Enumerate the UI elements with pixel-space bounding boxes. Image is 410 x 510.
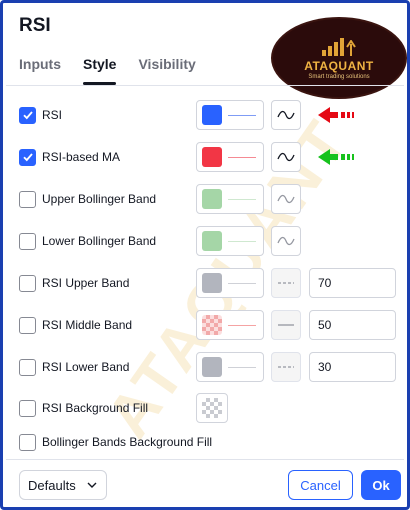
logo-name: ATAQUANT bbox=[304, 59, 374, 73]
line-sample bbox=[228, 114, 256, 116]
upper-bollinger-band-color-picker[interactable] bbox=[196, 184, 264, 214]
rsi-background-fill-checkbox[interactable] bbox=[19, 399, 36, 417]
rsi-based-ma-color-picker[interactable] bbox=[196, 142, 264, 172]
color-swatch bbox=[202, 147, 222, 167]
indicator-settings-dialog: RSI ATAQUANT ATAQUANT Smart trading solu… bbox=[0, 0, 410, 510]
wave-icon bbox=[277, 110, 295, 120]
rsi-lower-band-color-picker[interactable] bbox=[196, 352, 264, 382]
chevron-down-icon bbox=[87, 482, 97, 488]
line-sample bbox=[228, 282, 256, 284]
footer-divider bbox=[6, 459, 404, 460]
lower-bollinger-band-checkbox[interactable] bbox=[19, 232, 36, 250]
rsi-background-fill-label: RSI Background Fill bbox=[42, 401, 149, 415]
tab-divider bbox=[6, 85, 404, 86]
line-sample bbox=[228, 198, 256, 200]
dialog-title: RSI bbox=[19, 15, 51, 36]
upper-bollinger-band-checkbox[interactable] bbox=[19, 190, 36, 208]
rsi-upper-band-label: RSI Upper Band bbox=[42, 276, 130, 290]
line-sample bbox=[228, 366, 256, 368]
bar-chart-logo-icon bbox=[322, 36, 356, 56]
green-arrow-icon bbox=[318, 149, 356, 165]
lower-bollinger-band-label: Lower Bollinger Band bbox=[42, 234, 157, 248]
rsi-upper-band-checkbox[interactable] bbox=[19, 274, 36, 292]
line-sample bbox=[228, 156, 256, 158]
rsi-checkbox[interactable] bbox=[19, 106, 36, 124]
dashed-line-icon bbox=[278, 366, 294, 368]
color-swatch bbox=[202, 189, 222, 209]
tab-inputs[interactable]: Inputs bbox=[19, 55, 61, 85]
defaults-dropdown[interactable]: Defaults bbox=[19, 470, 107, 500]
rsi-middle-band-checkbox[interactable] bbox=[19, 316, 36, 334]
line-sample bbox=[228, 324, 256, 326]
rsi-based-ma-label: RSI-based MA bbox=[42, 150, 121, 164]
rsi-middle-band-value-input[interactable]: 50 bbox=[309, 310, 396, 340]
bollinger-bands-background-fill-label: Bollinger Bands Background Fill bbox=[42, 435, 213, 449]
logo-tagline: Smart trading solutions bbox=[308, 74, 370, 80]
dashed-line-icon bbox=[278, 282, 294, 284]
rsi-based-ma-checkbox[interactable] bbox=[19, 148, 36, 166]
rsi-lower-band-linestyle-button[interactable] bbox=[271, 352, 301, 382]
color-swatch bbox=[202, 231, 222, 251]
red-arrow-icon bbox=[318, 107, 356, 123]
rsi-label: RSI bbox=[42, 108, 63, 122]
rsi-lower-band-label: RSI Lower Band bbox=[42, 360, 130, 374]
rsi-lower-band-checkbox[interactable] bbox=[19, 358, 36, 376]
rsi-upper-band-linestyle-button[interactable] bbox=[271, 268, 301, 298]
wave-icon bbox=[277, 152, 295, 162]
tab-bar: Inputs Style Visibility bbox=[19, 55, 196, 85]
color-swatch bbox=[202, 315, 222, 335]
rsi-upper-band-value-input[interactable]: 70 bbox=[309, 268, 396, 298]
rsi-color-picker[interactable] bbox=[196, 100, 264, 130]
tab-visibility[interactable]: Visibility bbox=[138, 55, 195, 85]
cancel-button[interactable]: Cancel bbox=[288, 470, 353, 500]
tab-style[interactable]: Style bbox=[83, 55, 117, 85]
rsi-linestyle-button[interactable] bbox=[271, 100, 301, 130]
rsi-upper-band-color-picker[interactable] bbox=[196, 268, 264, 298]
checker-swatch-icon bbox=[202, 398, 222, 418]
line-sample bbox=[228, 240, 256, 242]
solid-line-icon bbox=[278, 324, 294, 326]
color-swatch bbox=[202, 357, 222, 377]
color-swatch bbox=[202, 105, 222, 125]
wave-icon bbox=[277, 194, 295, 204]
lower-bollinger-band-color-picker[interactable] bbox=[196, 226, 264, 256]
ok-button[interactable]: Ok bbox=[361, 470, 401, 500]
rsi-middle-band-color-picker[interactable] bbox=[196, 310, 264, 340]
rsi-middle-band-label: RSI Middle Band bbox=[42, 318, 133, 332]
upper-bollinger-band-linestyle-button[interactable] bbox=[271, 184, 301, 214]
lower-bollinger-band-linestyle-button[interactable] bbox=[271, 226, 301, 256]
rsi-middle-band-linestyle-button[interactable] bbox=[271, 310, 301, 340]
color-swatch bbox=[202, 273, 222, 293]
rsi-lower-band-value-input[interactable]: 30 bbox=[309, 352, 396, 382]
bollinger-bands-background-fill-checkbox[interactable] bbox=[19, 433, 36, 451]
wave-icon bbox=[277, 236, 295, 246]
upper-bollinger-band-label: Upper Bollinger Band bbox=[42, 192, 157, 206]
rsi-background-fill-color-picker[interactable] bbox=[196, 393, 228, 423]
rsi-based-ma-linestyle-button[interactable] bbox=[271, 142, 301, 172]
row-bollinger-bands-background-fill: Bollinger Bands Background Fill bbox=[19, 427, 391, 457]
defaults-label: Defaults bbox=[28, 477, 76, 493]
